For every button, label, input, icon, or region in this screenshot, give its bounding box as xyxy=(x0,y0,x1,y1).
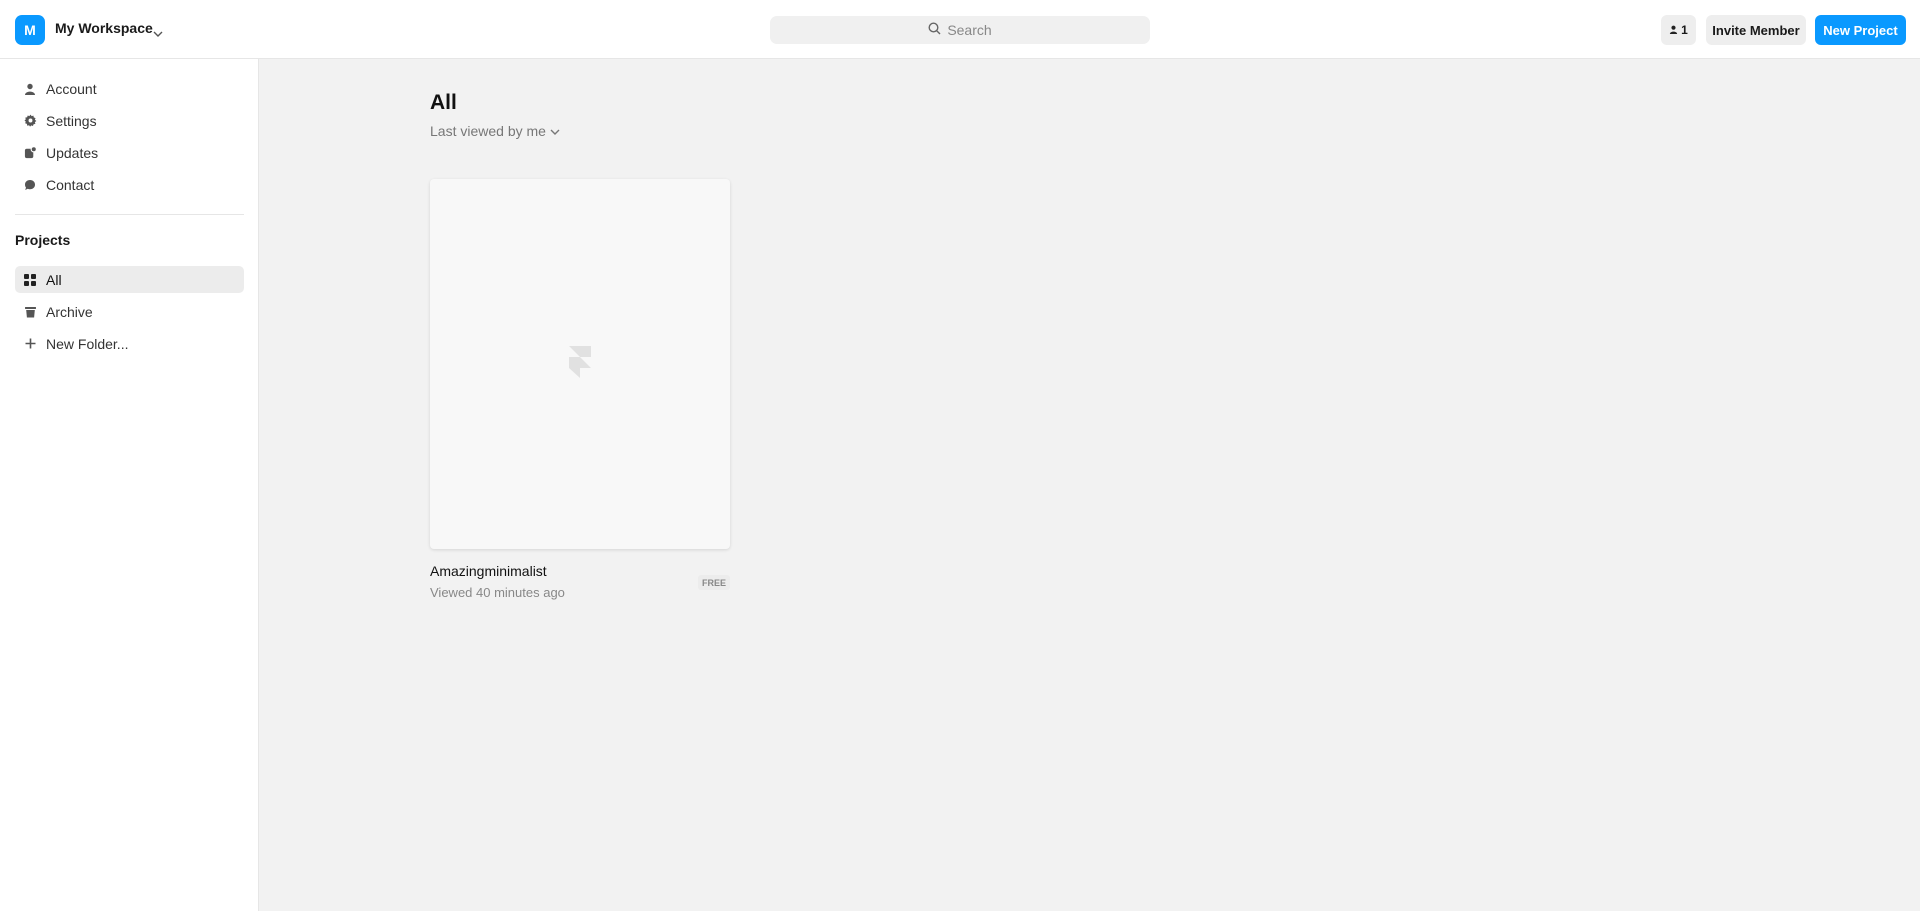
new-project-button[interactable]: New Project xyxy=(1815,15,1906,45)
workspace-avatar[interactable]: M xyxy=(15,15,45,45)
person-icon xyxy=(15,83,45,95)
sidebar-item-label: Contact xyxy=(46,176,95,193)
gear-icon xyxy=(15,114,45,127)
plan-badge: FREE xyxy=(698,575,730,590)
sort-dropdown[interactable]: Last viewed by me xyxy=(430,123,560,139)
updates-icon xyxy=(15,146,45,159)
search-input[interactable]: Search xyxy=(770,16,1150,44)
person-icon xyxy=(1669,23,1678,37)
sidebar-item-updates[interactable]: Updates xyxy=(15,139,244,166)
invite-member-button[interactable]: Invite Member xyxy=(1706,15,1806,45)
page-title: All xyxy=(430,91,457,114)
members-count-button[interactable]: 1 xyxy=(1661,15,1696,45)
sidebar-item-label: Account xyxy=(46,80,97,97)
sidebar-item-all[interactable]: All xyxy=(15,266,244,293)
project-card-title[interactable]: Amazingminimalist xyxy=(430,563,547,579)
sidebar-item-new-folder[interactable]: New Folder... xyxy=(15,330,244,357)
sidebar: Account Settings Updates Contact Project… xyxy=(0,59,259,911)
sidebar-item-account[interactable]: Account xyxy=(15,75,244,102)
sort-label: Last viewed by me xyxy=(430,123,546,139)
member-count: 1 xyxy=(1681,23,1688,37)
sidebar-item-archive[interactable]: Archive xyxy=(15,298,244,325)
search-icon xyxy=(928,22,941,38)
sidebar-item-label: Settings xyxy=(46,112,97,129)
top-bar: M My Workspace Search 1 Invite Member Ne… xyxy=(0,0,1920,59)
grid-icon xyxy=(15,273,45,286)
trash-icon xyxy=(15,306,45,318)
sidebar-item-label: All xyxy=(46,271,62,288)
search-placeholder: Search xyxy=(947,22,992,38)
sidebar-item-label: Updates xyxy=(46,144,99,161)
chevron-down-icon xyxy=(550,123,560,139)
workspace-name[interactable]: My Workspace xyxy=(55,20,153,36)
project-card-meta: Viewed 40 minutes ago xyxy=(430,585,565,600)
chat-bubble-icon xyxy=(15,179,45,191)
sidebar-item-settings[interactable]: Settings xyxy=(15,107,244,134)
framer-logo-icon xyxy=(569,345,591,383)
chevron-down-icon[interactable] xyxy=(153,25,163,43)
projects-section-title: Projects xyxy=(15,232,71,248)
plus-icon xyxy=(15,338,45,349)
sidebar-item-contact[interactable]: Contact xyxy=(15,171,244,198)
sidebar-item-label: New Folder... xyxy=(46,335,129,352)
sidebar-divider xyxy=(15,214,244,215)
project-card-thumbnail[interactable] xyxy=(430,179,730,549)
sidebar-item-label: Archive xyxy=(46,303,93,320)
